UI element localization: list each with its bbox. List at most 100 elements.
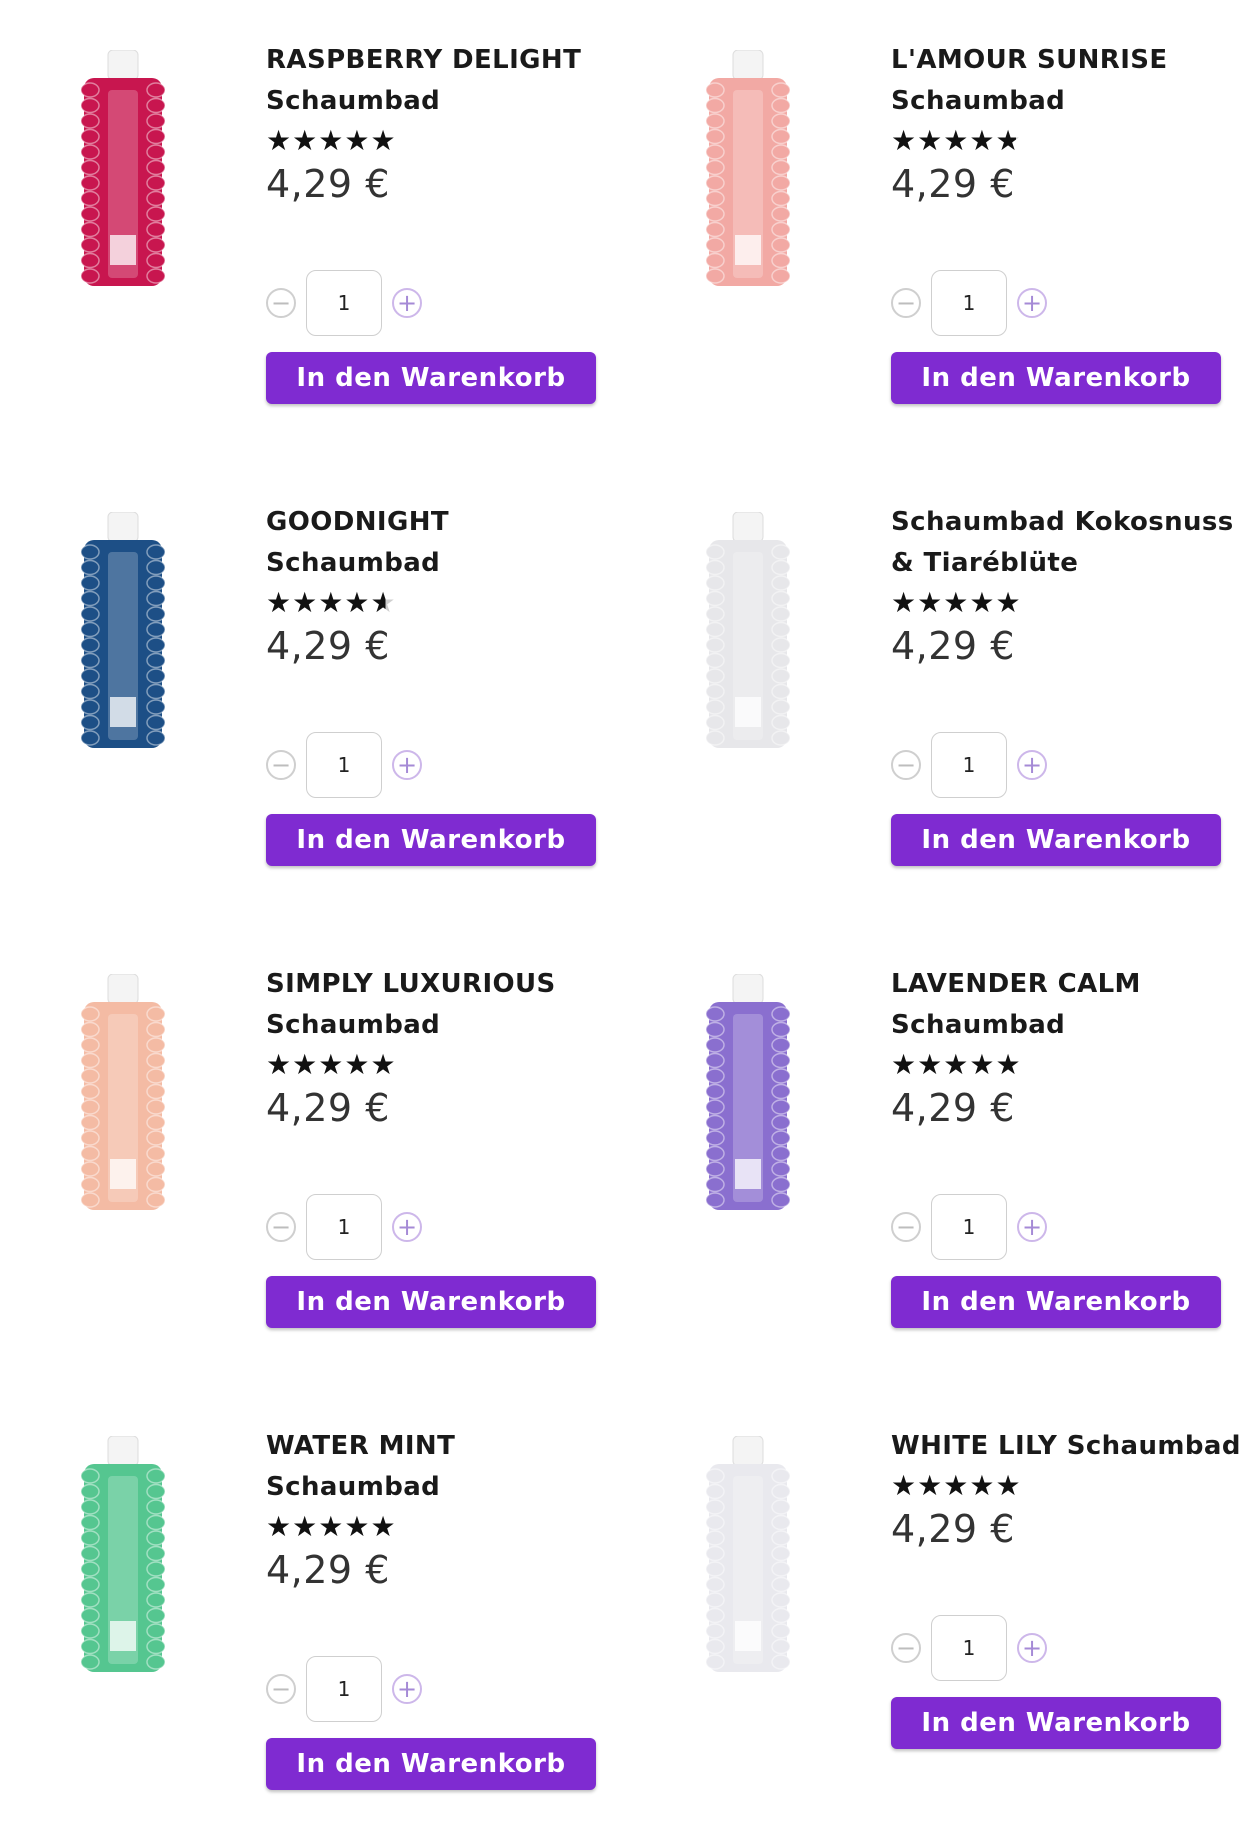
product-image[interactable] [78,512,168,752]
minus-circle-icon: − [895,289,917,317]
product-price: 4,29 € [266,162,390,206]
star-icon: ★ [344,1048,370,1081]
star-icon: ★ [266,1048,292,1081]
rating-stars: ★ ★ ★ ★ ★ [266,1050,626,1080]
quantity-input[interactable] [306,732,382,798]
quantity-input[interactable] [931,732,1007,798]
quantity-input[interactable] [931,270,1007,336]
plus-circle-icon: + [396,1213,418,1241]
increase-quantity-button[interactable]: + [1017,288,1047,318]
product-image-wrap[interactable] [78,974,168,1214]
product-title-line2[interactable]: Schaumbad [891,1005,1250,1046]
add-to-cart-button[interactable]: In den Warenkorb [891,1697,1221,1749]
product-image[interactable] [703,974,793,1214]
star-icon: ★ [995,1469,1021,1502]
product-info: Schaumbad Kokosnuss & Tiaréblüte ★ ★ ★ ★ ★ 4,29… [891,502,1250,866]
product-title-line2[interactable]: & Tiaréblüte [891,543,1250,584]
product-image[interactable] [703,50,793,290]
star-icon: ★ [995,124,1021,157]
product-image[interactable] [78,50,168,290]
product-title-line2[interactable]: Schaumbad [266,1005,626,1046]
star-icon: ★ [943,124,969,157]
star-icon: ★ [370,586,396,619]
product-title-line2[interactable]: Schaumbad [266,1467,626,1508]
decrease-quantity-button[interactable]: − [891,1633,921,1663]
product-info: RASPBERRY DELIGHTSchaumbad★★★★★4,29 €−+I… [266,40,626,404]
product-title[interactable]: L'AMOUR SUNRISE [891,40,1250,81]
product-image-wrap[interactable] [78,50,168,290]
quantity-input[interactable] [931,1194,1007,1260]
star-icon: ★ [344,1510,370,1543]
product-price: 4,29 € [891,162,1015,206]
product-card: SIMPLY LUXURIOUSSchaumbad★★★★★4,29 €−+In… [0,924,625,1384]
decrease-quantity-button[interactable]: − [891,1212,921,1242]
add-to-cart-button[interactable]: In den Warenkorb [891,814,1221,866]
product-title[interactable]: Schaumbad Kokosnuss [891,502,1250,543]
product-card: Schaumbad Kokosnuss & Tiaréblüte ★ ★ ★ ★ ★ 4,29… [625,462,1250,922]
star-icon: ★ [891,1048,917,1081]
product-info: LAVENDER CALMSchaumbad★★★★★4,29 €−+In de… [891,964,1250,1328]
increase-quantity-button[interactable]: + [392,1212,422,1242]
quantity-input[interactable] [306,1656,382,1722]
product-image-wrap[interactable] [703,512,793,752]
minus-circle-icon: − [895,1634,917,1662]
product-card: WATER MINTSchaumbad★★★★★4,29 €−+In den W… [0,1386,625,1846]
add-to-cart-button[interactable]: In den Warenkorb [266,1276,596,1328]
star-icon: ★ [266,1510,292,1543]
increase-quantity-button[interactable]: + [1017,1633,1047,1663]
decrease-quantity-button[interactable]: − [266,288,296,318]
star-icon: ★ [318,124,344,157]
minus-circle-icon: − [895,751,917,779]
plus-circle-icon: + [1021,289,1043,317]
decrease-quantity-button[interactable]: − [266,750,296,780]
star-icon: ★ [891,1469,917,1502]
product-title[interactable]: GOODNIGHT Schaumbad [266,502,626,584]
product-title[interactable]: SIMPLY LUXURIOUS [266,964,626,1005]
star-icon: ★ [969,1469,995,1502]
product-title[interactable]: LAVENDER CALM [891,964,1250,1005]
minus-circle-icon: − [270,289,292,317]
product-title[interactable]: WHITE LILY Schaumbad [891,1426,1250,1467]
product-image-wrap[interactable] [703,1436,793,1676]
product-info: WHITE LILY Schaumbad★★★★★4,29 €−+In den … [891,1426,1250,1749]
product-title-line2[interactable]: Schaumbad [266,81,626,122]
product-card: WHITE LILY Schaumbad★★★★★4,29 €−+In den … [625,1386,1250,1846]
product-image-wrap[interactable] [78,1436,168,1676]
product-title-line2[interactable]: Schaumbad [891,81,1250,122]
star-icon: ★ [969,586,995,619]
decrease-quantity-button[interactable]: − [266,1212,296,1242]
increase-quantity-button[interactable]: + [1017,750,1047,780]
rating-stars: ★ ★ ★ ★ ★ [891,588,1250,618]
star-icon: ★ [318,1048,344,1081]
increase-quantity-button[interactable]: + [392,750,422,780]
add-to-cart-button[interactable]: In den Warenkorb [266,352,596,404]
rating-stars: ★ ★ ★ ★ ★ [891,1050,1250,1080]
product-image[interactable] [703,512,793,752]
product-image[interactable] [78,1436,168,1676]
decrease-quantity-button[interactable]: − [266,1674,296,1704]
increase-quantity-button[interactable]: + [1017,1212,1047,1242]
add-to-cart-button[interactable]: In den Warenkorb [266,814,596,866]
product-image-wrap[interactable] [703,974,793,1214]
decrease-quantity-button[interactable]: − [891,288,921,318]
quantity-stepper: −+ [266,1656,626,1722]
add-to-cart-button[interactable]: In den Warenkorb [266,1738,596,1790]
product-title[interactable]: WATER MINT [266,1426,626,1467]
plus-circle-icon: + [396,1675,418,1703]
product-title[interactable]: RASPBERRY DELIGHT [266,40,626,81]
product-price: 4,29 € [266,624,390,668]
product-image[interactable] [78,974,168,1214]
quantity-input[interactable] [306,270,382,336]
increase-quantity-button[interactable]: + [392,288,422,318]
minus-circle-icon: − [270,751,292,779]
add-to-cart-button[interactable]: In den Warenkorb [891,352,1221,404]
quantity-input[interactable] [931,1615,1007,1681]
product-image-wrap[interactable] [78,512,168,752]
product-image-wrap[interactable] [703,50,793,290]
add-to-cart-button[interactable]: In den Warenkorb [891,1276,1221,1328]
increase-quantity-button[interactable]: + [392,1674,422,1704]
decrease-quantity-button[interactable]: − [891,750,921,780]
product-image[interactable] [703,1436,793,1676]
quantity-stepper: −+ [266,270,626,336]
quantity-input[interactable] [306,1194,382,1260]
